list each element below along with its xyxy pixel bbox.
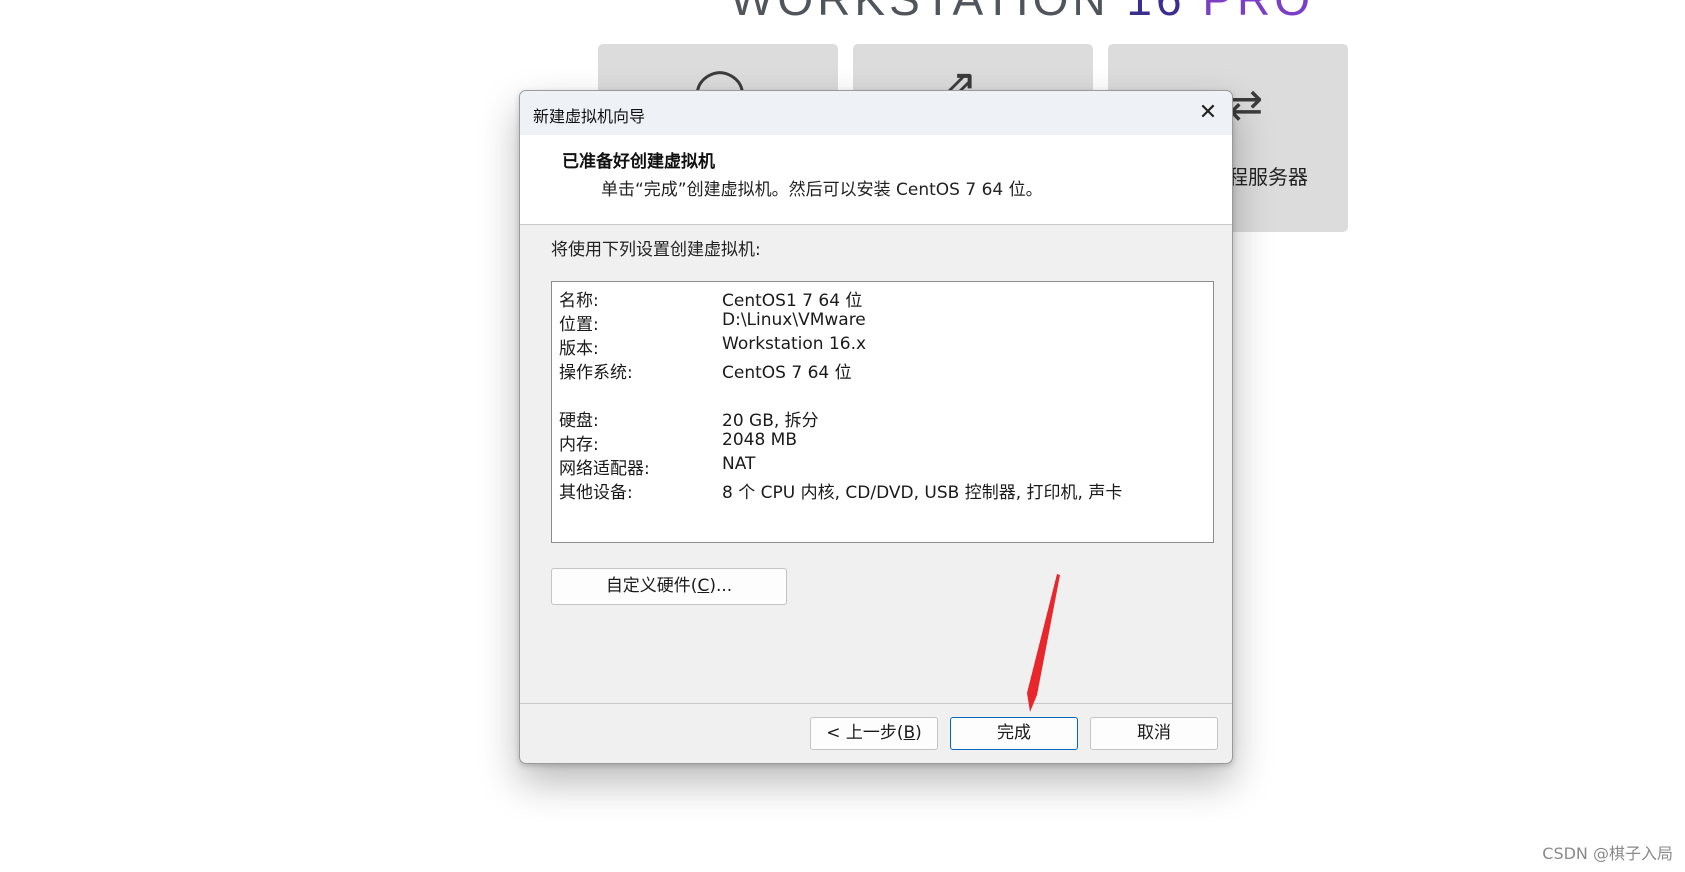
summary-key: 位置:	[559, 315, 599, 335]
summary-key: 内存:	[559, 435, 599, 455]
tile-label: 程服务器	[1228, 165, 1308, 189]
footer-divider	[520, 703, 1232, 704]
summary-key: 名称:	[559, 291, 599, 311]
close-button[interactable]: ✕	[1192, 97, 1224, 129]
dialog-titlebar[interactable]: 新建虚拟机向导 ✕	[520, 91, 1232, 135]
connect-server-icon: ⇄	[1228, 80, 1264, 129]
summary-key: 硬盘:	[559, 411, 599, 431]
settings-intro-label: 将使用下列设置创建虚拟机:	[551, 240, 761, 260]
wizard-header: 已准备好创建虚拟机 单击“完成”创建虚拟机。然后可以安装 CentOS 7 64…	[520, 135, 1232, 225]
finish-button[interactable]: 完成	[950, 717, 1078, 750]
summary-key: 操作系统:	[559, 363, 633, 383]
back-button[interactable]: < 上一步(B)	[810, 717, 938, 750]
summary-value: 20 GB, 拆分	[722, 411, 819, 431]
summary-value: NAT	[722, 454, 756, 474]
summary-value: CentOS1 7 64 位	[722, 291, 863, 311]
close-icon: ✕	[1198, 100, 1218, 125]
wizard-step-title: 已准备好创建虚拟机	[562, 152, 715, 172]
wizard-step-subtitle: 单击“完成”创建虚拟机。然后可以安装 CentOS 7 64 位。	[601, 180, 1043, 200]
product-brand: WORKSTATION 16 PRO	[730, 0, 1314, 26]
summary-key: 版本:	[559, 339, 599, 359]
dialog-title: 新建虚拟机向导	[533, 107, 646, 126]
customize-hardware-button[interactable]: 自定义硬件(C)...	[551, 568, 787, 605]
summary-value: Workstation 16.x	[722, 334, 867, 354]
summary-value: 2048 MB	[722, 430, 797, 450]
settings-summary-box[interactable]: 名称: CentOS1 7 64 位 位置: D:\Linux\VMware 版…	[551, 281, 1214, 543]
summary-value: CentOS 7 64 位	[722, 363, 852, 383]
summary-value: D:\Linux\VMware	[722, 310, 866, 330]
cancel-button[interactable]: 取消	[1090, 717, 1218, 750]
watermark: CSDN @棋子入局	[1542, 844, 1673, 863]
new-vm-wizard-dialog: 新建虚拟机向导 ✕ 已准备好创建虚拟机 单击“完成”创建虚拟机。然后可以安装 C…	[519, 90, 1233, 764]
summary-key: 其他设备:	[559, 483, 633, 503]
summary-value: 8 个 CPU 内核, CD/DVD, USB 控制器, 打印机, 声卡	[722, 483, 1123, 503]
summary-key: 网络适配器:	[559, 459, 650, 479]
